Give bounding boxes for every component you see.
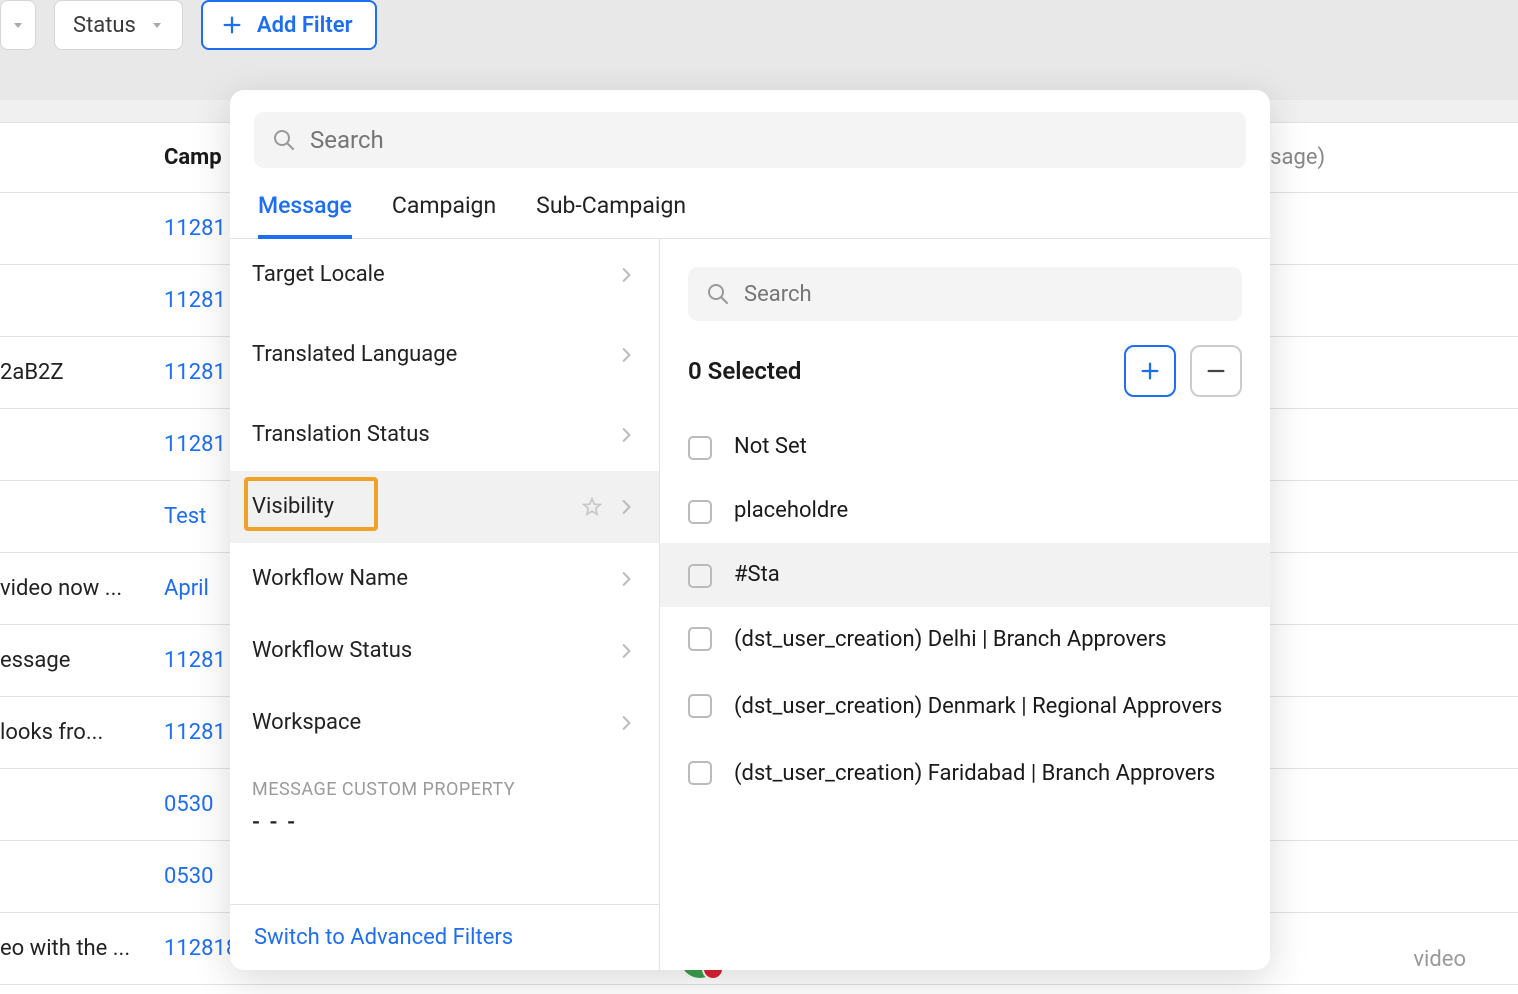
filter-property-label: Translation Status — [252, 421, 617, 450]
values-search[interactable] — [688, 267, 1242, 321]
caret-down-icon — [150, 18, 164, 32]
filter-option[interactable]: (dst_user_creation) Faridabad | Branch A… — [660, 741, 1270, 808]
exclude-button[interactable] — [1190, 345, 1242, 397]
filter-search-input[interactable] — [310, 126, 1228, 154]
filter-option-label: (dst_user_creation) Delhi | Branch Appro… — [734, 625, 1167, 656]
checkbox[interactable] — [688, 500, 712, 524]
caret-down-icon — [11, 18, 25, 32]
add-filter-button[interactable]: Add Filter — [201, 0, 377, 50]
chevron-right-icon — [617, 497, 637, 517]
message-cell: looks fro... — [0, 720, 160, 745]
search-icon — [272, 128, 296, 152]
values-search-input[interactable] — [744, 282, 1224, 307]
filter-property-list: Target Locale Translated Language Translat… — [230, 239, 660, 970]
tab-campaign[interactable]: Campaign — [392, 192, 496, 238]
message-cell: essage — [0, 648, 160, 673]
include-button[interactable] — [1124, 345, 1176, 397]
filter-property-translation-status[interactable]: Translation Status — [230, 399, 659, 471]
video-cell: video — [1413, 947, 1466, 972]
filter-option[interactable]: placeholdre — [660, 479, 1270, 543]
add-filter-popover: Message Campaign Sub-Campaign Target Local… — [230, 90, 1270, 970]
plus-icon — [221, 14, 243, 36]
filter-property-visibility[interactable]: Visibility — [230, 471, 659, 543]
filter-property-label: Workflow Status — [252, 637, 617, 666]
filter-property-label: Target Locale — [252, 261, 617, 290]
filter-scope-tabs: Message Campaign Sub-Campaign — [230, 178, 1270, 239]
tab-message[interactable]: Message — [258, 192, 352, 239]
chevron-right-icon — [617, 641, 637, 661]
filter-option-label: (dst_user_creation) Faridabad | Branch A… — [734, 759, 1215, 790]
filter-property-label: Visibility — [252, 493, 581, 522]
more-items-indicator: - - - — [230, 810, 659, 845]
filter-values-panel: 0 Selected Not Set placeholdre #Sta (dst_us… — [660, 239, 1270, 970]
section-label-custom-property: MESSAGE CUSTOM PROPERTY — [230, 759, 659, 810]
filter-search[interactable] — [254, 112, 1246, 168]
minus-icon — [1205, 360, 1227, 382]
star-icon[interactable] — [581, 496, 603, 518]
filter-property-workflow-status[interactable]: Workflow Status — [230, 615, 659, 687]
selected-count: 0 Selected — [688, 357, 801, 385]
checkbox[interactable] — [688, 761, 712, 785]
switch-advanced-filters-link[interactable]: Switch to Advanced Filters — [254, 925, 513, 950]
message-cell: video now ... — [0, 576, 160, 601]
message-cell: 2aB2Z — [0, 360, 160, 385]
filter-option-label: #Sta — [734, 560, 780, 591]
filter-property-label: Workflow Name — [252, 565, 617, 594]
filter-chip-status[interactable]: Status — [54, 0, 183, 50]
checkbox[interactable] — [688, 564, 712, 588]
left-panel-footer: Switch to Advanced Filters — [230, 904, 659, 970]
filter-option[interactable]: (dst_user_creation) Delhi | Branch Appro… — [660, 607, 1270, 674]
checkbox[interactable] — [688, 627, 712, 651]
filter-chip-unknown[interactable] — [0, 0, 36, 50]
chevron-right-icon — [617, 569, 637, 589]
plus-icon — [1139, 360, 1161, 382]
filter-option-label: (dst_user_creation) Denmark | Regional A… — [734, 692, 1222, 723]
filter-property-target-locale[interactable]: Target Locale — [230, 239, 659, 311]
checkbox[interactable] — [688, 436, 712, 460]
filter-property-workspace[interactable]: Workspace — [230, 687, 659, 759]
chevron-right-icon — [617, 345, 637, 365]
filter-property-translated-language[interactable]: Translated Language — [230, 311, 659, 399]
filter-option[interactable]: #Sta — [660, 543, 1270, 607]
filter-option-label: Not Set — [734, 432, 807, 463]
filter-option[interactable]: Not Set — [660, 415, 1270, 479]
chevron-right-icon — [617, 425, 637, 445]
filter-toolbar: Status Add Filter — [0, 0, 1518, 100]
chevron-right-icon — [617, 713, 637, 733]
tab-sub-campaign[interactable]: Sub-Campaign — [536, 192, 686, 238]
filter-property-label: Workspace — [252, 709, 617, 738]
filter-options-list: Not Set placeholdre #Sta (dst_user_creation… — [660, 415, 1270, 970]
status-chip-label: Status — [73, 13, 136, 38]
search-icon — [706, 282, 730, 306]
selection-summary: 0 Selected — [660, 339, 1270, 415]
filter-option[interactable]: (dst_user_creation) Denmark | Regional A… — [660, 674, 1270, 741]
add-filter-label: Add Filter — [257, 13, 353, 38]
filter-property-label: Translated Language — [252, 341, 617, 370]
checkbox[interactable] — [688, 694, 712, 718]
filter-property-workflow-name[interactable]: Workflow Name — [230, 543, 659, 615]
chevron-right-icon — [617, 265, 637, 285]
filter-option-label: placeholdre — [734, 496, 848, 527]
message-cell: eo with the ... — [0, 936, 160, 961]
